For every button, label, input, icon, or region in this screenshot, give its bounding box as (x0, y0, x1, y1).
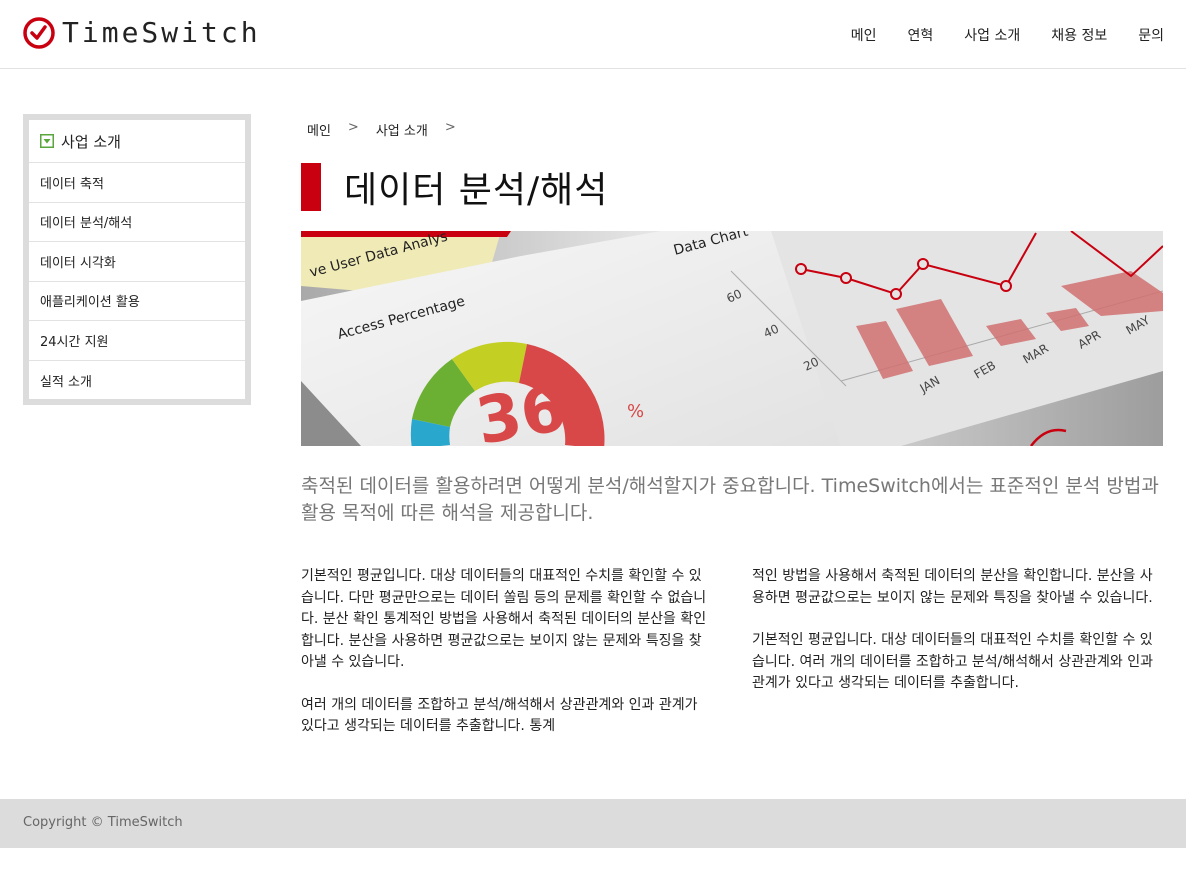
breadcrumb-separator: > (444, 120, 456, 135)
dropdown-square-icon (40, 134, 54, 148)
body-paragraph: 기본적인 평균입니다. 대상 데이터들의 대표적인 수치를 확인할 수 있습니다… (301, 568, 707, 670)
nav-item-history[interactable]: 연혁 (908, 25, 934, 45)
sidebar-item-data-analysis[interactable]: 데이터 분석/해석 (29, 203, 245, 242)
sidebar-menu: 사업 소개 데이터 축적 데이터 분석/해석 데이터 시각화 애플리케이션 활용… (29, 120, 245, 399)
breadcrumb: 메인 > 사업 소개 > (307, 120, 456, 139)
nav-item-business[interactable]: 사업 소개 (964, 25, 1020, 45)
breadcrumb-separator: > (347, 120, 359, 135)
hero-chart-illustration: ve User Data Analys Data Chart Access Pe… (301, 231, 1163, 446)
sidebar-heading[interactable]: 사업 소개 (29, 120, 245, 163)
sidebar-item-application[interactable]: 애플리케이션 활용 (29, 282, 245, 321)
page-title-block: 데이터 분석/해석 (301, 163, 608, 211)
donut-unit: % (627, 401, 644, 422)
content-column-left: 기본적인 평균입니다. 대상 데이터들의 대표적인 수치를 확인할 수 있습니다… (301, 566, 713, 759)
page-title: 데이터 분석/해석 (344, 170, 609, 211)
sidebar: 사업 소개 데이터 축적 데이터 분석/해석 데이터 시각화 애플리케이션 활용… (23, 114, 251, 405)
body-paragraph: 적인 방법을 사용해서 축적된 데이터의 분산을 확인합니다. 분산을 사용하면… (752, 568, 1153, 606)
nav-item-main[interactable]: 메인 (851, 25, 877, 45)
site-header: TimeSwitch 메인 연혁 사업 소개 채용 정보 문의 (0, 0, 1186, 69)
logo-text: TimeSwitch (62, 16, 261, 49)
title-accent-bar (301, 163, 321, 211)
sidebar-heading-label: 사업 소개 (61, 132, 121, 151)
sidebar-item-data-visualization[interactable]: 데이터 시각화 (29, 242, 245, 282)
hero-image: ve User Data Analys Data Chart Access Pe… (301, 231, 1163, 446)
sidebar-item-portfolio[interactable]: 실적 소개 (29, 361, 245, 401)
breadcrumb-item-business[interactable]: 사업 소개 (376, 120, 428, 139)
sidebar-item-data-accumulation[interactable]: 데이터 축적 (29, 163, 245, 203)
sidebar-item-support[interactable]: 24시간 지원 (29, 321, 245, 361)
logo[interactable]: TimeSwitch (22, 16, 261, 50)
main-nav: 메인 연혁 사업 소개 채용 정보 문의 (851, 0, 1164, 69)
nav-item-careers[interactable]: 채용 정보 (1051, 25, 1107, 45)
content-column-right: 적인 방법을 사용해서 축적된 데이터의 분산을 확인합니다. 분산을 사용하면… (752, 566, 1164, 716)
lead-paragraph: 축적된 데이터를 활용하려면 어떻게 분석/해석할지가 중요합니다. TimeS… (301, 475, 1159, 524)
site-footer: Copyright © TimeSwitch (0, 799, 1186, 848)
nav-item-contact[interactable]: 문의 (1138, 25, 1164, 45)
clock-logo-icon (23, 17, 55, 49)
body-paragraph: 기본적인 평균입니다. 대상 데이터들의 대표적인 수치를 확인할 수 있습니다… (752, 632, 1153, 691)
copyright-text: Copyright © TimeSwitch (23, 815, 183, 830)
body-paragraph: 여러 개의 데이터를 조합하고 분석/해석해서 상관관계와 인과 관계가 있다고… (301, 696, 698, 735)
breadcrumb-item-main[interactable]: 메인 (307, 120, 331, 139)
